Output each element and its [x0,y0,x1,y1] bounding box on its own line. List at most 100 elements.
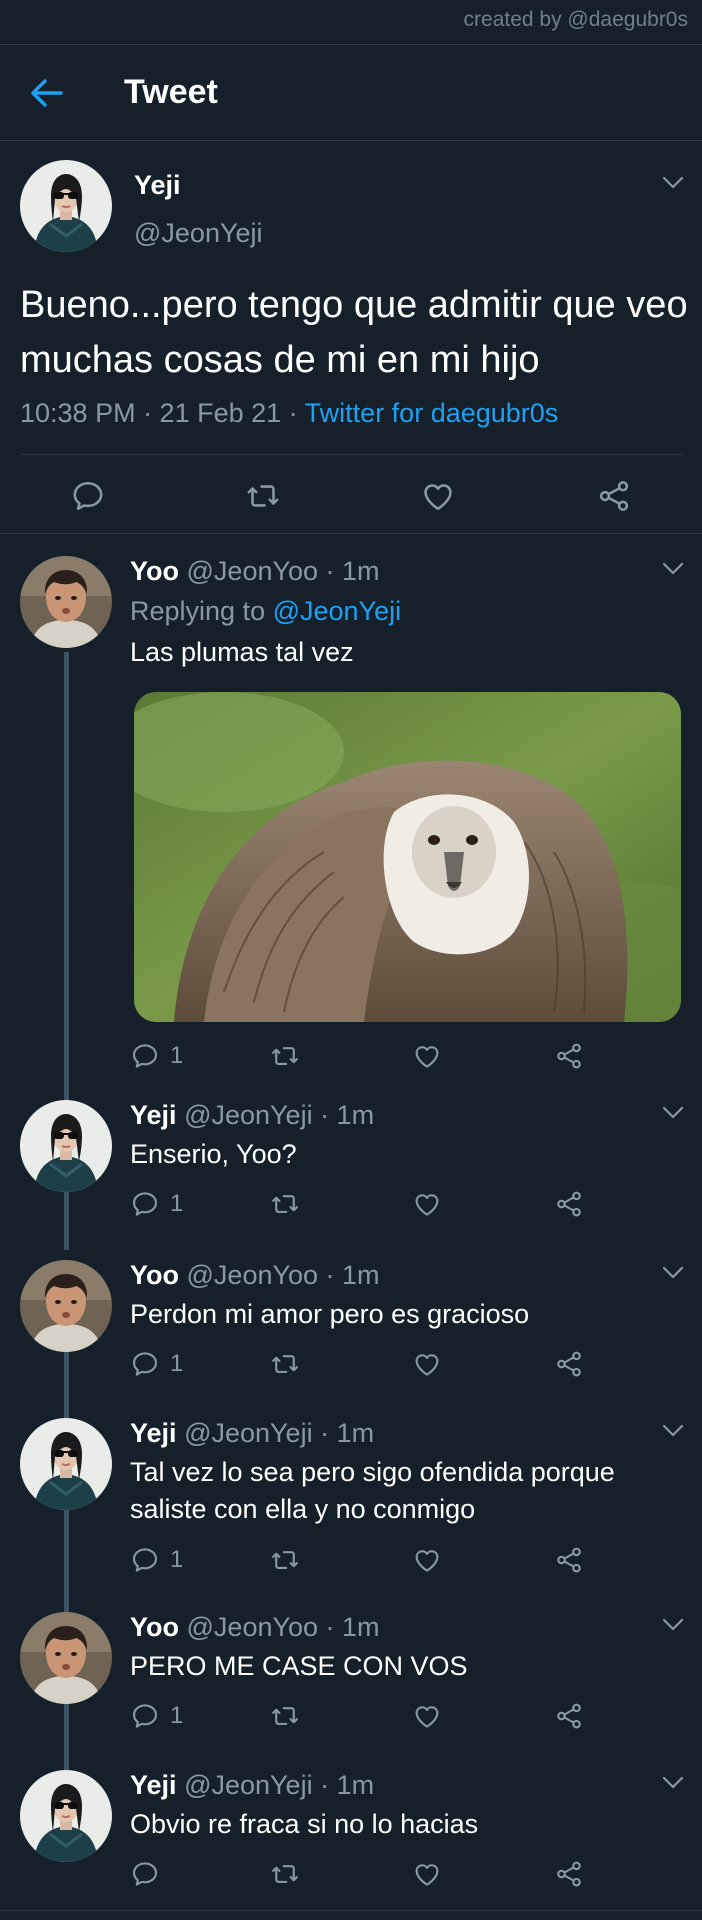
chevron-down-icon[interactable] [662,1618,684,1632]
tweet-actions [130,1858,590,1890]
reply-icon [130,1349,160,1379]
avatar[interactable] [20,1770,112,1862]
chevron-down-icon[interactable] [662,1776,684,1790]
heart-icon [412,1859,442,1889]
avatar[interactable] [20,1612,112,1704]
author-name[interactable]: Yeji [130,1418,177,1448]
author-handle[interactable]: @JeonYeji [134,218,263,249]
share-icon [554,1701,584,1731]
tweet-text: Bueno...pero tengo que admitir que veo m… [20,284,688,381]
thread-line [64,1192,69,1250]
chevron-down-icon[interactable] [662,1424,684,1438]
like-action[interactable] [412,1858,442,1890]
reply-count: 1 [170,1190,184,1217]
like-action[interactable] [412,1348,442,1380]
avatar[interactable] [20,1100,112,1192]
tweet-actions: 1 [130,1040,590,1072]
reply-action[interactable]: 1 [130,1700,183,1732]
author-name[interactable]: Yoo [130,1612,179,1642]
like-action[interactable] [412,1040,442,1072]
reply-icon [130,1545,160,1575]
share-action[interactable] [554,1858,584,1890]
tweet-author-line: Yoo @JeonYoo · 1m [130,1260,380,1291]
retweet-icon [270,1859,300,1889]
author-handle: @JeonYeji · 1m [184,1418,375,1448]
replying-to: Replying to @JeonYeji [130,596,401,627]
credit-watermark: created by @daegubr0s [463,8,688,31]
heart-icon [412,1189,442,1219]
retweet-icon [270,1189,300,1219]
avatar[interactable] [20,556,112,648]
chevron-down-icon[interactable] [662,1106,684,1120]
like-action[interactable] [412,1188,442,1220]
retweet-action[interactable] [270,1188,300,1220]
reply-icon [130,1189,160,1219]
reply-icon[interactable] [70,478,106,514]
bottom-divider [0,1910,702,1911]
author-name[interactable]: Yoo [130,556,179,586]
share-icon [554,1041,584,1071]
meta-separator: · [281,398,305,428]
share-action[interactable] [554,1544,584,1576]
avatar[interactable] [20,1418,112,1510]
tweet-text: Perdon mi amor pero es gracioso [130,1299,530,1329]
reply-icon [130,1701,160,1731]
tweet-actions: 1 [130,1188,590,1220]
header: Tweet [0,45,702,141]
thread-line [64,1704,69,1770]
author-name[interactable]: Yeji [134,170,181,201]
tweet-timestamp: 10:38 PM · 21 Feb 21 [20,398,282,428]
reply-action[interactable]: 1 [130,1544,183,1576]
retweet-icon [270,1545,300,1575]
retweet-icon[interactable] [245,478,281,514]
share-icon[interactable] [596,478,632,514]
like-action[interactable] [412,1700,442,1732]
author-name[interactable]: Yeji [130,1770,177,1800]
thread-line [64,652,69,1100]
tweet-image[interactable] [134,692,681,1022]
heart-icon[interactable] [420,478,456,514]
share-icon [554,1859,584,1889]
retweet-action[interactable] [270,1348,300,1380]
reply-count: 1 [170,1350,184,1377]
like-action[interactable] [412,1544,442,1576]
avatar[interactable] [20,160,112,252]
author-name[interactable]: Yoo [130,1260,179,1290]
chevron-down-icon[interactable] [662,176,684,190]
share-action[interactable] [554,1348,584,1380]
reply-icon [130,1041,160,1071]
author-name[interactable]: Yeji [130,1100,177,1130]
share-action[interactable] [554,1700,584,1732]
back-arrow-icon[interactable] [28,77,64,109]
author-handle: @JeonYoo · 1m [186,1612,380,1642]
replying-to-handle[interactable]: @JeonYeji [273,596,402,626]
retweet-action[interactable] [270,1700,300,1732]
retweet-icon [270,1701,300,1731]
share-action[interactable] [554,1188,584,1220]
main-tweet: Yeji @JeonYeji Bueno...pero tengo que ad… [0,142,702,534]
retweet-action[interactable] [270,1040,300,1072]
reply-action[interactable]: 1 [130,1040,183,1072]
tweet-source-link[interactable]: Twitter for daegubr0s [305,398,559,428]
tweet-author-line: Yeji @JeonYeji · 1m [130,1100,374,1131]
chevron-down-icon[interactable] [662,1266,684,1280]
reply-action[interactable]: 1 [130,1348,183,1380]
share-icon [554,1349,584,1379]
tweet-actions: 1 [130,1348,590,1380]
retweet-icon [270,1041,300,1071]
share-action[interactable] [554,1040,584,1072]
tweet-text: Tal vez lo sea pero sigo ofendida porque… [130,1457,615,1524]
reply-action[interactable] [130,1858,170,1890]
retweet-icon [270,1349,300,1379]
reply-action[interactable]: 1 [130,1188,183,1220]
reply-count: 1 [170,1546,184,1573]
heart-icon [412,1701,442,1731]
retweet-action[interactable] [270,1858,300,1890]
retweet-action[interactable] [270,1544,300,1576]
author-handle: @JeonYoo · 1m [186,556,380,586]
tweet-text: Enserio, Yoo? [130,1139,297,1169]
chevron-down-icon[interactable] [662,562,684,576]
tweet-author-line: Yeji @JeonYeji · 1m [130,1770,374,1801]
avatar[interactable] [20,1260,112,1352]
thread-line [64,1352,69,1418]
